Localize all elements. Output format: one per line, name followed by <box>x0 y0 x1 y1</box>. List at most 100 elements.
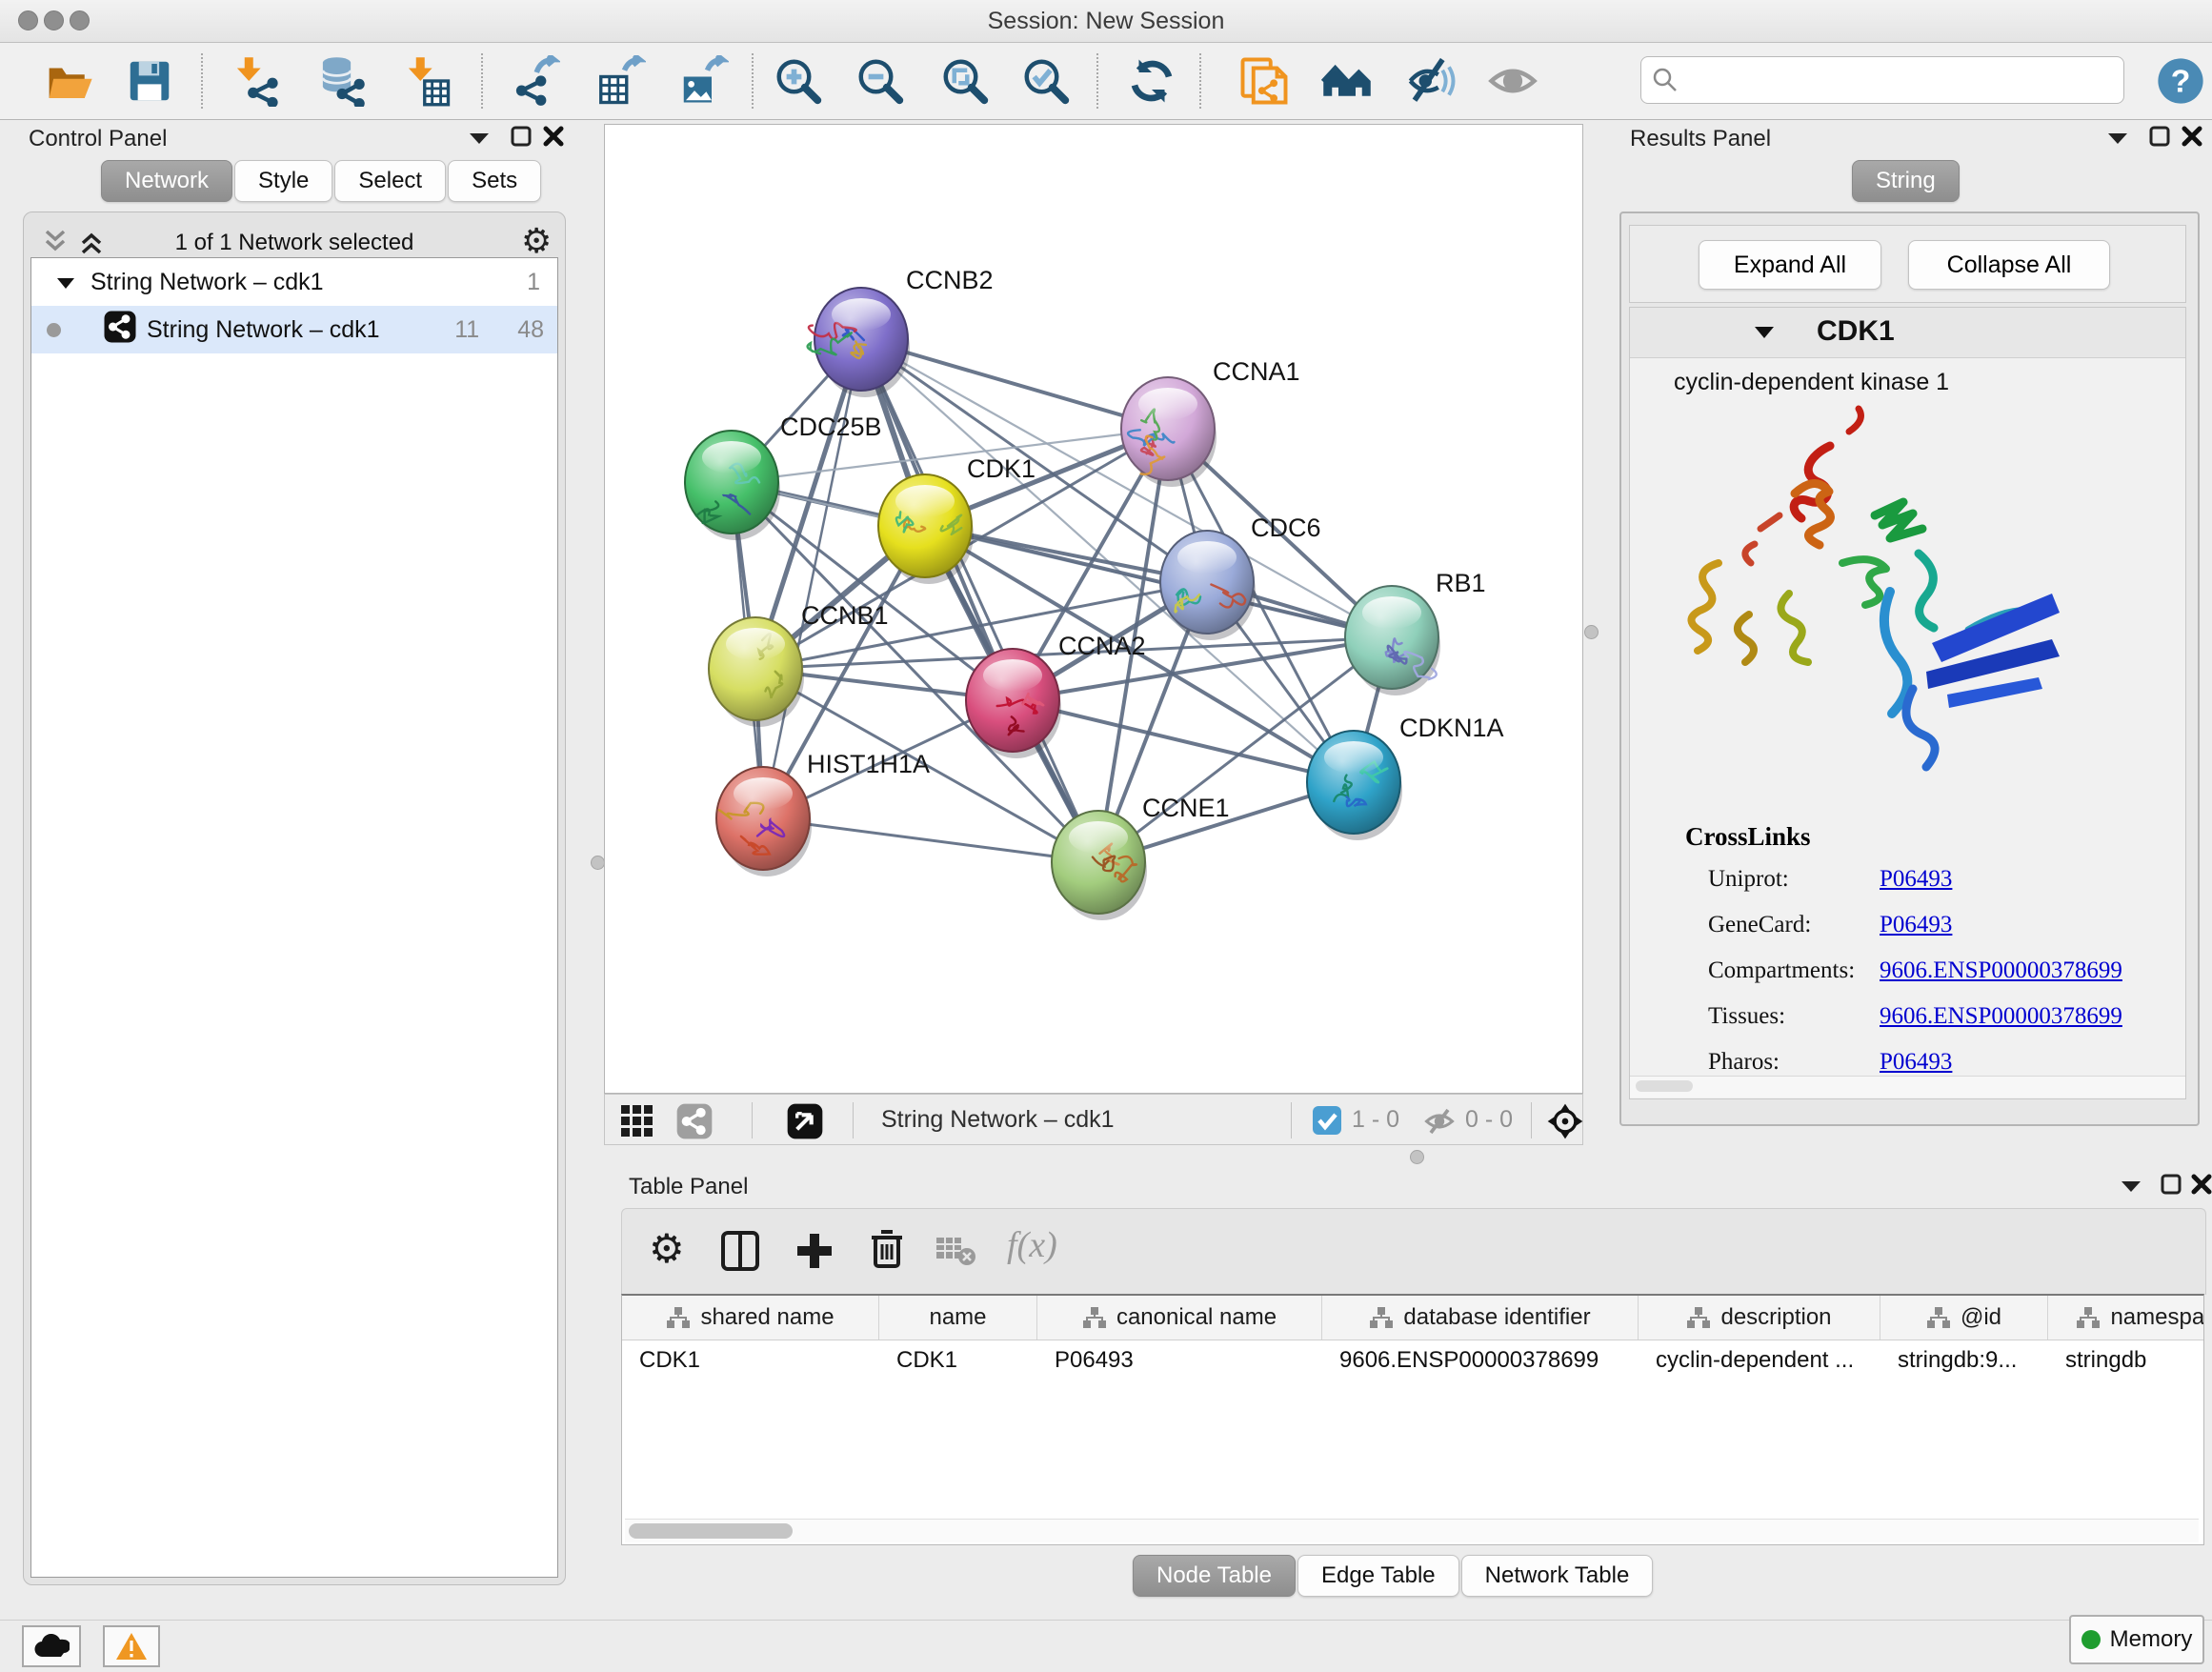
import-table-icon[interactable] <box>399 53 454 109</box>
section-collapse-icon[interactable] <box>1754 325 1775 344</box>
results-scrollbar-thumb[interactable] <box>1636 1080 1693 1092</box>
collapse-all-button[interactable]: Collapse All <box>1908 240 2110 290</box>
bottom-splitter-handle[interactable] <box>1410 1150 1424 1164</box>
cell-database-identifier[interactable]: 9606.ENSP00000378699 <box>1322 1340 1639 1380</box>
tab-select[interactable]: Select <box>334 160 446 202</box>
homes-icon[interactable] <box>1319 53 1375 109</box>
column-header-database-identifier[interactable]: database identifier <box>1322 1296 1639 1340</box>
network-node-RB1[interactable] <box>1345 586 1440 695</box>
column-header-@id[interactable]: @id <box>1880 1296 2048 1340</box>
delete-column-trash-icon[interactable] <box>866 1228 908 1275</box>
control-panel-menu-icon[interactable] <box>465 126 493 151</box>
hide-eye-slash-icon[interactable] <box>1404 53 1459 109</box>
show-eye-icon[interactable] <box>1485 53 1540 109</box>
tree-expand-icon[interactable] <box>56 269 75 296</box>
zoom-in-icon[interactable] <box>771 53 826 109</box>
show-columns-icon[interactable] <box>719 1230 761 1277</box>
right-splitter-handle[interactable] <box>1584 625 1599 639</box>
network-node-CDC25B[interactable] <box>685 431 780 540</box>
tab-style[interactable]: Style <box>234 160 332 202</box>
zoom-selected-icon[interactable] <box>1018 53 1074 109</box>
tab-network-table[interactable]: Network Table <box>1461 1555 1654 1597</box>
results-panel-float-icon[interactable] <box>2145 124 2174 149</box>
import-network-file-icon[interactable] <box>228 53 283 109</box>
export-table-icon[interactable] <box>593 53 648 109</box>
cell-name[interactable]: CDK1 <box>879 1340 1037 1380</box>
tab-network[interactable]: Network <box>101 160 232 202</box>
column-header-canonical-name[interactable]: canonical name <box>1037 1296 1322 1340</box>
import-network-database-icon[interactable] <box>313 53 369 109</box>
birds-eye-view-icon[interactable] <box>1546 1102 1584 1145</box>
save-session-icon[interactable] <box>122 53 177 109</box>
network-node-CCNB1[interactable] <box>709 617 804 727</box>
table-settings-gear-icon[interactable]: ⚙ <box>649 1228 685 1270</box>
export-network-icon[interactable] <box>507 53 562 109</box>
cdk1-section-header[interactable]: CDK1 <box>1630 308 2185 358</box>
table-row[interactable]: CDK1CDK1P064939606.ENSP00000378699cyclin… <box>622 1340 2203 1380</box>
column-header-shared-name[interactable]: shared name <box>622 1296 879 1340</box>
network-node-CDK1[interactable] <box>878 474 974 584</box>
search-field[interactable] <box>1640 56 2124 104</box>
crosslink-value-link[interactable]: P06493 <box>1880 866 1952 893</box>
network-node-CDC6[interactable] <box>1160 531 1256 640</box>
memory-button[interactable]: Memory <box>2069 1615 2204 1664</box>
results-panel-menu-icon[interactable] <box>2103 126 2132 151</box>
cell-description[interactable]: cyclin-dependent ... <box>1639 1340 1880 1380</box>
network-node-CCNA2[interactable] <box>966 649 1061 758</box>
clone-network-icon[interactable] <box>1237 53 1292 109</box>
network-share-icon[interactable] <box>675 1102 714 1145</box>
node-table[interactable]: shared namenamecanonical namedatabase id… <box>621 1294 2204 1545</box>
expand-all-button[interactable]: Expand All <box>1699 240 1881 290</box>
table-panel-menu-icon[interactable] <box>2117 1174 2145 1199</box>
table-scrollbar-thumb[interactable] <box>629 1523 793 1539</box>
warning-button[interactable] <box>103 1625 160 1667</box>
export-image-icon[interactable] <box>675 53 731 109</box>
table-scrollbar-track[interactable] <box>625 1519 2199 1542</box>
collection-count: 1 <box>527 269 540 296</box>
network-type-share-icon <box>103 310 137 351</box>
cell-shared-name[interactable]: CDK1 <box>622 1340 879 1380</box>
cell-canonical-name[interactable]: P06493 <box>1037 1340 1322 1380</box>
control-panel-close-icon[interactable] <box>539 124 568 149</box>
open-session-icon[interactable] <box>42 53 97 109</box>
crosslink-value-link[interactable]: 9606.ENSP00000378699 <box>1880 1003 2122 1030</box>
left-splitter-handle[interactable] <box>591 856 605 870</box>
cell-namespace[interactable]: stringdb <box>2048 1340 2204 1380</box>
network-options-gear-icon[interactable]: ⚙ <box>521 224 552 258</box>
table-panel-float-icon[interactable] <box>2157 1172 2185 1197</box>
tab-sets[interactable]: Sets <box>448 160 541 202</box>
cell-@id[interactable]: stringdb:9... <box>1880 1340 2048 1380</box>
network-node-CCNA1[interactable] <box>1121 377 1217 487</box>
gene-name: CDK1 <box>1817 315 1895 348</box>
cloud-button[interactable] <box>22 1625 81 1667</box>
tab-node-table[interactable]: Node Table <box>1133 1555 1296 1597</box>
network-node-HIST1H1A[interactable] <box>716 767 812 876</box>
crosslink-value-link[interactable]: P06493 <box>1880 912 1952 938</box>
column-header-name[interactable]: name <box>879 1296 1037 1340</box>
column-header-namespace[interactable]: namespace <box>2048 1296 2204 1340</box>
zoom-fit-icon[interactable] <box>937 53 993 109</box>
results-scrollbar-track[interactable] <box>1630 1076 2185 1098</box>
network-tree-parent-row[interactable]: String Network – cdk1 1 <box>31 258 557 306</box>
tab-edge-table[interactable]: Edge Table <box>1297 1555 1459 1597</box>
add-column-icon[interactable] <box>794 1230 835 1277</box>
search-input[interactable] <box>1679 60 2123 100</box>
zoom-out-icon[interactable] <box>853 53 908 109</box>
detach-view-icon[interactable] <box>786 1102 824 1145</box>
help-icon[interactable]: ? <box>2153 53 2208 109</box>
network-node-CCNE1[interactable] <box>1052 811 1147 920</box>
results-panel-close-icon[interactable] <box>2178 124 2206 149</box>
network-tree-child-row-selected[interactable]: String Network – cdk1 11 48 <box>31 306 557 353</box>
attribute-tree-icon <box>1369 1306 1394 1329</box>
network-node-CDKN1A[interactable] <box>1307 731 1402 840</box>
refresh-layout-icon[interactable] <box>1124 53 1179 109</box>
control-panel-float-icon[interactable] <box>507 124 535 149</box>
selected-checkbox-icon[interactable] <box>1312 1105 1342 1140</box>
table-panel-close-icon[interactable] <box>2187 1172 2212 1197</box>
column-header-description[interactable]: description <box>1639 1296 1880 1340</box>
results-tab-string[interactable]: String <box>1852 160 1960 202</box>
crosslink-value-link[interactable]: P06493 <box>1880 1049 1952 1076</box>
network-canvas[interactable]: CCNB2CCNA1CDC25BCDK1CDC6RB1CCNB1CCNA2CDK… <box>604 124 1583 1094</box>
grid-view-icon[interactable] <box>620 1104 654 1143</box>
crosslink-value-link[interactable]: 9606.ENSP00000378699 <box>1880 957 2122 984</box>
